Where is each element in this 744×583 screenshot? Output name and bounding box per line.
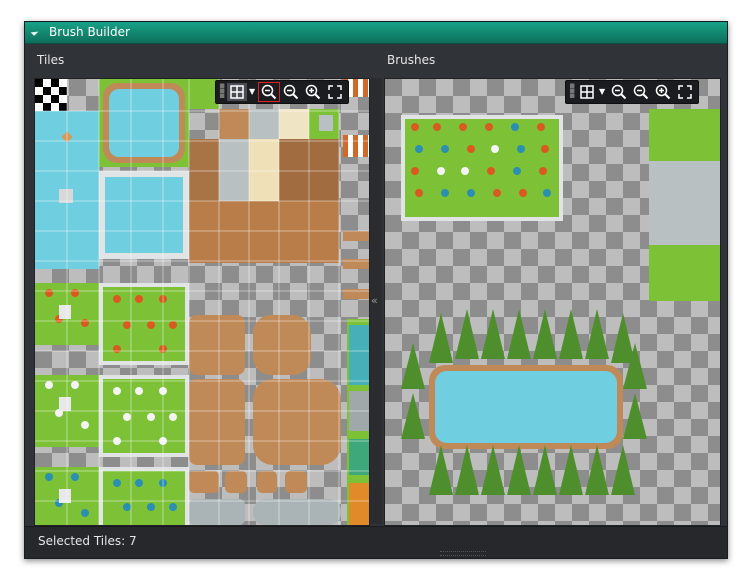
dirt-floor [189, 201, 339, 263]
stone-tile [249, 109, 279, 139]
zoom-out-icon [261, 84, 277, 100]
flower-bed [103, 471, 185, 525]
grid-icon [230, 85, 244, 99]
tiles-toolbar: ▪ ▪ ▪ ▼ [215, 80, 349, 104]
grass-brush [649, 109, 720, 161]
brushes-canvas[interactable] [385, 79, 720, 525]
brush-builder-window: Brush Builder Tiles Brushes ▪ ▪ ▪ ▼ « ▪ … [24, 21, 728, 559]
dirt-patches [189, 315, 341, 493]
tileset-view[interactable] [34, 78, 370, 526]
dirt-tile [219, 109, 249, 139]
brushes-view[interactable] [384, 78, 721, 526]
grid-toggle-button[interactable] [577, 83, 597, 101]
pool-water [105, 177, 183, 253]
zoom-reset-button[interactable] [609, 83, 629, 101]
fit-to-view-button[interactable] [675, 83, 695, 101]
zoom-in-icon [305, 84, 321, 100]
tileset-canvas[interactable] [35, 79, 369, 525]
sand-paving [249, 139, 279, 201]
zoom-reset-button[interactable] [258, 82, 280, 102]
zoom-out-icon [611, 84, 627, 100]
stone-brush [649, 161, 720, 245]
fit-to-view-button[interactable] [325, 83, 345, 101]
window-title: Brush Builder [49, 25, 130, 39]
zoom-in-button[interactable] [303, 83, 323, 101]
zoom-in-button[interactable] [653, 83, 673, 101]
plank-tile [343, 231, 369, 241]
pond-brush [429, 365, 623, 449]
tiles-panel-label: Tiles [37, 53, 65, 67]
checker-tile [35, 79, 67, 111]
zoom-out-button[interactable] [281, 83, 301, 101]
grass-strip [349, 439, 369, 475]
collapse-arrow-icon[interactable] [30, 28, 39, 36]
toolbar-grip[interactable]: ▪ ▪ ▪ [569, 82, 575, 101]
fullscreen-icon [678, 85, 692, 99]
pond-water [109, 89, 179, 157]
zoom-out-icon [633, 84, 649, 100]
panel-splitter[interactable]: « [370, 78, 382, 524]
brushes-panel-label: Brushes [387, 53, 436, 67]
stone-paving [219, 139, 249, 201]
zoom-out-button[interactable] [631, 83, 651, 101]
grid-icon [580, 85, 594, 99]
stone-patch [319, 115, 333, 131]
sign-tile [59, 397, 71, 411]
toolbar-grip[interactable]: ▪ ▪ ▪ [219, 82, 225, 101]
grid-dropdown-arrow-icon[interactable]: ▼ [249, 83, 257, 101]
selected-tiles-status: Selected Tiles: 7 [38, 534, 137, 548]
grass-brush [649, 245, 720, 301]
zoom-in-icon [655, 84, 671, 100]
orange-strip [349, 483, 369, 525]
stone-patches [189, 499, 341, 525]
fullscreen-icon [328, 85, 342, 99]
sign-tile [59, 305, 71, 319]
grid-toggle-button[interactable] [227, 83, 247, 101]
resize-grip[interactable] [440, 551, 486, 556]
grid-dropdown-arrow-icon[interactable]: ▼ [599, 83, 607, 101]
zoom-out-icon [283, 84, 299, 100]
brushes-toolbar: ▪ ▪ ▪ ▼ [565, 80, 699, 104]
water-strip [349, 325, 369, 385]
sand-tile [279, 109, 309, 139]
splitter-arrows-icon[interactable]: « [371, 294, 378, 307]
window-titlebar[interactable]: Brush Builder [25, 22, 727, 44]
status-bar: Selected Tiles: 7 [25, 526, 727, 558]
